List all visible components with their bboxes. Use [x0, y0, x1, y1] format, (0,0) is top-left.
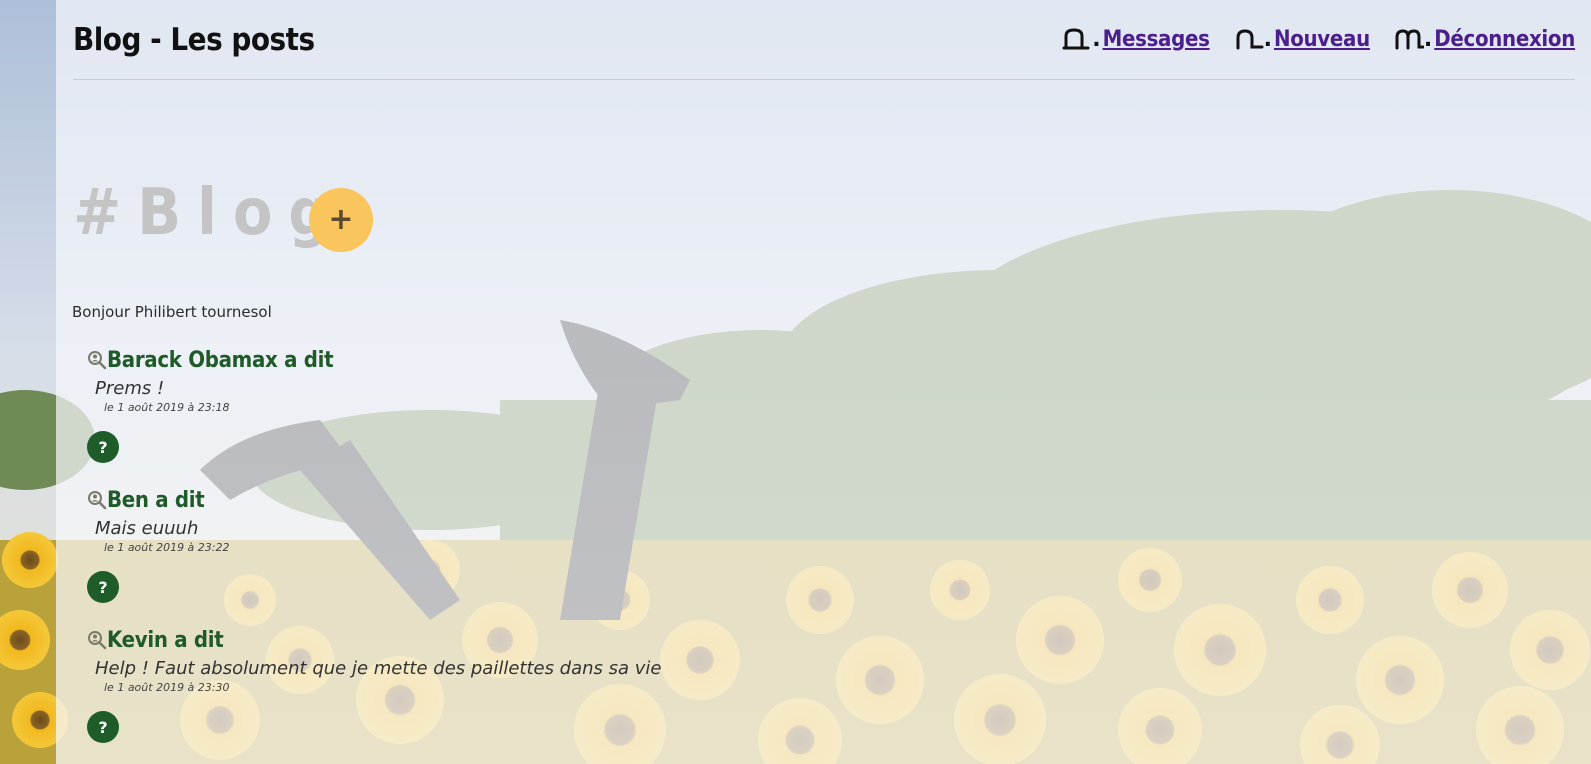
- top-bar: Blog - Les posts . Messages . Nouveau . …: [73, 0, 1575, 80]
- messages-icon: [1062, 28, 1090, 50]
- post-date: le 1 août 2019 à 23:18: [104, 401, 230, 414]
- page-title: Blog - Les posts: [73, 22, 315, 58]
- post-list: Barack Obamax a dit Prems ! le 1 août 20…: [87, 344, 987, 764]
- post-author: Barack Obamax a dit: [107, 347, 334, 373]
- add-post-button[interactable]: +: [309, 188, 373, 252]
- blog-heading: #Blog: [73, 176, 346, 250]
- post-message: Mais euuuh: [95, 518, 199, 539]
- nav-new-label[interactable]: Nouveau: [1274, 27, 1370, 52]
- nav-logout[interactable]: . Déconnexion: [1394, 26, 1575, 52]
- user-search-icon: [88, 351, 107, 370]
- greeting-text: Bonjour Philibert tournesol: [72, 303, 272, 321]
- main-nav: . Messages . Nouveau . Déconnexion: [1038, 26, 1575, 52]
- post-message: Prems !: [95, 378, 165, 399]
- post-date: le 1 août 2019 à 23:30: [104, 681, 230, 694]
- post-author: Ben a dit: [107, 487, 205, 513]
- post-date: le 1 août 2019 à 23:22: [104, 541, 230, 554]
- logout-icon: [1395, 29, 1424, 50]
- nav-messages[interactable]: . Messages: [1062, 26, 1210, 52]
- post-author: Kevin a dit: [107, 627, 224, 653]
- help-button[interactable]: ?: [87, 431, 119, 463]
- nav-logout-label[interactable]: Déconnexion: [1434, 27, 1575, 52]
- post-item: Barack Obamax a dit Prems ! le 1 août 20…: [87, 344, 987, 484]
- post-message: Help ! Faut absolument que je mette des …: [95, 658, 662, 679]
- new-post-icon: [1236, 29, 1264, 50]
- nav-new[interactable]: . Nouveau: [1234, 26, 1370, 52]
- nav-messages-label[interactable]: Messages: [1103, 27, 1210, 52]
- user-search-icon: [88, 491, 107, 510]
- post-item: Ben a dit Mais euuuh le 1 août 2019 à 23…: [87, 484, 987, 624]
- user-search-icon: [88, 631, 107, 650]
- help-button[interactable]: ?: [87, 571, 119, 603]
- post-item: Kevin a dit Help ! Faut absolument que j…: [87, 624, 987, 764]
- help-button[interactable]: ?: [87, 711, 119, 743]
- page-content: Blog - Les posts . Messages . Nouveau . …: [56, 0, 1591, 764]
